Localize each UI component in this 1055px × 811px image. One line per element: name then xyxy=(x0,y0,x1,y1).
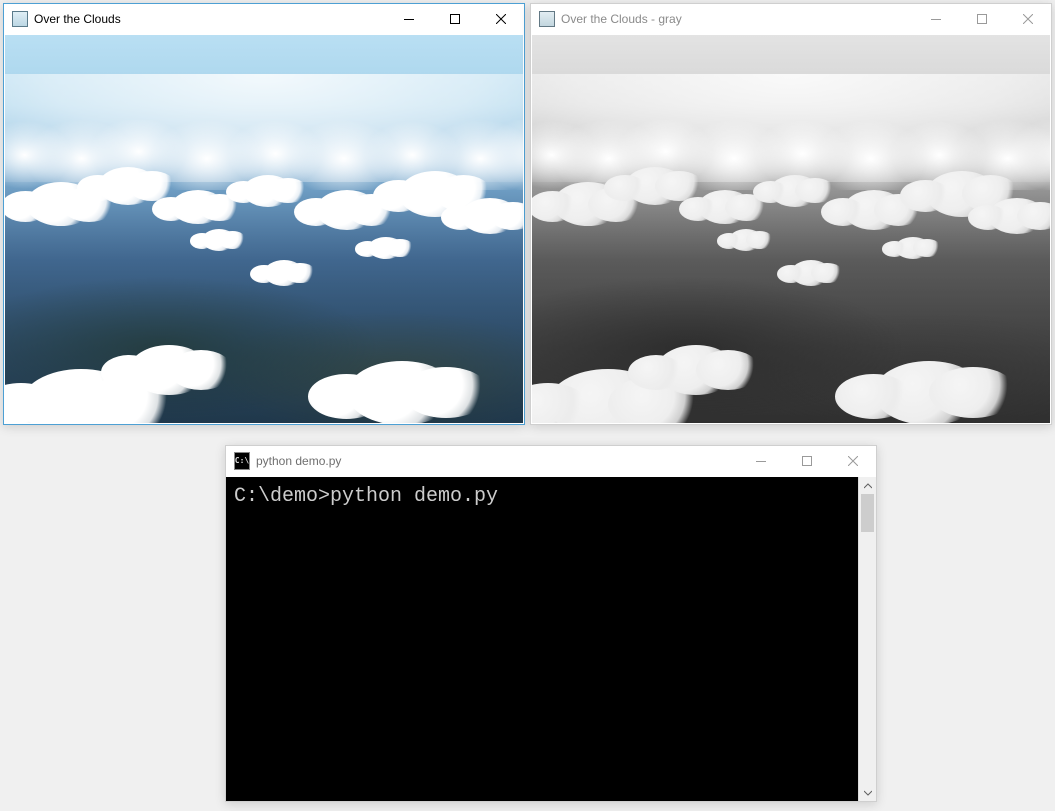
app-icon xyxy=(539,11,555,27)
maximize-icon xyxy=(977,14,987,24)
console-viewport[interactable]: C:\demo>python demo.py xyxy=(226,477,876,801)
image-viewport xyxy=(532,35,1050,423)
console-output[interactable]: C:\demo>python demo.py xyxy=(226,477,859,801)
cmd-icon: C:\ xyxy=(234,452,250,470)
chevron-down-icon xyxy=(864,789,872,797)
app-icon: C:\ xyxy=(234,453,250,469)
window-controls xyxy=(386,4,524,34)
console-window[interactable]: C:\ python demo.py C:\demo>python demo.p… xyxy=(225,445,877,802)
minimize-button[interactable] xyxy=(738,446,784,476)
minimize-button[interactable] xyxy=(913,4,959,34)
window-title: Over the Clouds xyxy=(34,12,121,26)
console-prompt: C:\demo> xyxy=(234,485,330,508)
close-button[interactable] xyxy=(478,4,524,34)
scroll-down-button[interactable] xyxy=(859,784,876,801)
minimize-icon xyxy=(404,14,414,24)
image-window-gray[interactable]: Over the Clouds - gray xyxy=(530,3,1052,425)
clouds-image-gray xyxy=(532,35,1050,423)
minimize-icon xyxy=(756,456,766,466)
image-viewport xyxy=(5,35,523,423)
vertical-scrollbar[interactable] xyxy=(858,477,876,801)
scrollbar-thumb[interactable] xyxy=(861,494,874,532)
titlebar[interactable]: Over the Clouds - gray xyxy=(531,4,1051,34)
maximize-button[interactable] xyxy=(784,446,830,476)
clouds-image-color xyxy=(5,35,523,423)
chevron-up-icon xyxy=(864,482,872,490)
close-icon xyxy=(848,456,858,466)
window-controls xyxy=(913,4,1051,34)
window-title: python demo.py xyxy=(256,454,341,468)
minimize-icon xyxy=(931,14,941,24)
console-command: python demo.py xyxy=(330,485,498,508)
close-icon xyxy=(496,14,506,24)
maximize-icon xyxy=(450,14,460,24)
image-window-color[interactable]: Over the Clouds xyxy=(3,3,525,425)
app-icon xyxy=(12,11,28,27)
titlebar[interactable]: C:\ python demo.py xyxy=(226,446,876,476)
close-button[interactable] xyxy=(1005,4,1051,34)
window-title: Over the Clouds - gray xyxy=(561,12,682,26)
titlebar[interactable]: Over the Clouds xyxy=(4,4,524,34)
maximize-button[interactable] xyxy=(432,4,478,34)
close-icon xyxy=(1023,14,1033,24)
minimize-button[interactable] xyxy=(386,4,432,34)
maximize-icon xyxy=(802,456,812,466)
scroll-up-button[interactable] xyxy=(859,477,876,494)
window-controls xyxy=(738,446,876,476)
close-button[interactable] xyxy=(830,446,876,476)
maximize-button[interactable] xyxy=(959,4,1005,34)
